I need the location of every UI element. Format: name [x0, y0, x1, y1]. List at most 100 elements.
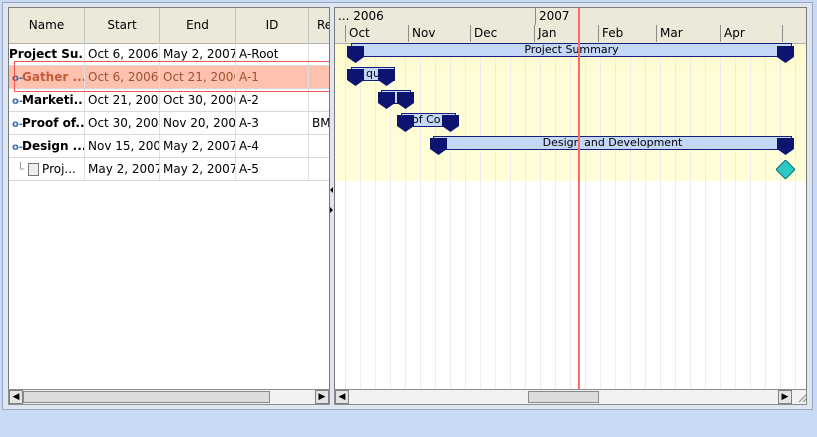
gridline — [585, 43, 586, 389]
month-label: Dec — [470, 25, 534, 42]
collapse-left-icon[interactable] — [330, 187, 333, 193]
gridline — [660, 43, 661, 389]
gridline — [450, 43, 451, 389]
gridline — [705, 43, 706, 389]
column-header-end[interactable]: End — [160, 8, 236, 43]
scroll-thumb[interactable] — [528, 391, 599, 403]
tree-node-icon: o- — [12, 142, 24, 153]
cell-end: May 2, 2007 — [160, 135, 236, 157]
table-row[interactable]: o-Proof of... Oct 30, 2006 Nov 20, 2006 … — [9, 112, 329, 135]
gridline — [645, 43, 646, 389]
month-label: Oct — [345, 25, 408, 42]
year-label: 2007 — [535, 8, 806, 25]
gridline — [360, 43, 361, 389]
gridline — [345, 43, 346, 389]
table-row[interactable]: o-Design ... Nov 15, 2006 May 2, 2007 A-… — [9, 135, 329, 158]
cell-resource — [309, 158, 329, 180]
cell-start: Oct 30, 2006 — [85, 112, 160, 134]
gridline — [615, 43, 616, 389]
gridline — [540, 43, 541, 389]
milestone-diamond-icon[interactable] — [776, 160, 795, 179]
marketing-start-cap — [378, 92, 395, 109]
selection-outline — [14, 61, 332, 92]
table-horizontal-scrollbar[interactable]: ◀ ▶ — [8, 389, 330, 405]
gridline — [495, 43, 496, 389]
summary-start-cap — [347, 46, 364, 63]
tree-node-icon: o- — [12, 119, 24, 130]
gridline — [555, 43, 556, 389]
gantt-chart: ... 2006 2007 Oct Nov Dec Jan Feb Mar Ap… — [334, 7, 807, 390]
cell-id: A-3 — [236, 112, 309, 134]
gather-start-cap — [347, 69, 364, 86]
gridline — [510, 43, 511, 389]
gridline — [795, 43, 796, 389]
tree-node-icon: o- — [12, 96, 24, 107]
cell-start: May 2, 2007 — [85, 158, 160, 180]
cell-end: Nov 20, 2006 — [160, 112, 236, 134]
cell-id: A-2 — [236, 89, 309, 111]
task-bar-design[interactable]: Design and Development — [433, 136, 792, 150]
gridline — [525, 43, 526, 389]
cell-name: o-Design ... — [9, 135, 85, 157]
chart-horizontal-scrollbar[interactable]: ◀ ▶ — [334, 389, 807, 405]
gridline — [630, 43, 631, 389]
cell-resource — [309, 135, 329, 157]
column-header-name[interactable]: Name — [9, 8, 85, 43]
today-line — [578, 8, 580, 389]
scroll-left-button[interactable]: ◀ — [9, 390, 23, 404]
cell-name: └ Proj... — [9, 158, 85, 180]
proof-end-cap — [442, 115, 459, 132]
cell-resource — [309, 89, 329, 111]
gridline — [420, 43, 421, 389]
cell-name: o-Marketi... — [9, 89, 85, 111]
design-end-cap — [777, 138, 794, 155]
collapse-right-icon[interactable] — [330, 207, 333, 213]
gridline — [375, 43, 376, 389]
gridline — [675, 43, 676, 389]
gridline — [750, 43, 751, 389]
table-header: Name Start End ID Re — [9, 8, 329, 44]
summary-bar[interactable]: Project Summary — [351, 43, 792, 57]
column-header-start[interactable]: Start — [85, 8, 160, 43]
year-label: ... 2006 — [338, 9, 384, 23]
cell-end: Oct 30, 2006 — [160, 89, 236, 111]
table-row[interactable]: └ Proj... May 2, 2007 May 2, 2007 A-5 — [9, 158, 329, 181]
cell-id: A-5 — [236, 158, 309, 180]
gridline — [465, 43, 466, 389]
cell-start: Oct 21, 2006 — [85, 89, 160, 111]
gridline — [480, 43, 481, 389]
clipboard-icon — [28, 163, 40, 176]
month-label: Mar — [656, 25, 720, 42]
cell-id: A-4 — [236, 135, 309, 157]
month-label: Apr — [720, 25, 782, 42]
timeline-year-header: ... 2006 2007 — [335, 8, 806, 26]
gridline — [735, 43, 736, 389]
month-label — [782, 25, 806, 42]
gridline — [765, 43, 766, 389]
gridline — [690, 43, 691, 389]
cell-end: May 2, 2007 — [160, 158, 236, 180]
month-label: Nov — [408, 25, 470, 42]
cell-name: o-Proof of... — [9, 112, 85, 134]
scroll-left-button[interactable]: ◀ — [335, 390, 349, 404]
gather-end-cap — [378, 69, 395, 86]
table-row[interactable]: o-Marketi... Oct 21, 2006 Oct 30, 2006 A… — [9, 89, 329, 112]
design-start-cap — [430, 138, 447, 155]
gridline — [600, 43, 601, 389]
gridline — [780, 43, 781, 389]
gridline — [570, 43, 571, 389]
resize-grip-icon[interactable] — [796, 391, 808, 403]
summary-end-cap — [777, 46, 794, 63]
month-label: Jan — [534, 25, 598, 42]
scroll-right-button[interactable]: ▶ — [315, 390, 329, 404]
marketing-end-cap — [397, 92, 414, 109]
timeline-month-header: Oct Nov Dec Jan Feb Mar Apr — [335, 25, 806, 44]
cell-start: Nov 15, 2006 — [85, 135, 160, 157]
column-header-id[interactable]: ID — [236, 8, 309, 43]
month-label: Feb — [598, 25, 656, 42]
scroll-right-button[interactable]: ▶ — [778, 390, 792, 404]
column-header-resource[interactable]: Re — [309, 8, 329, 43]
proof-start-cap — [397, 115, 414, 132]
gridline — [720, 43, 721, 389]
scroll-thumb[interactable] — [23, 391, 270, 403]
